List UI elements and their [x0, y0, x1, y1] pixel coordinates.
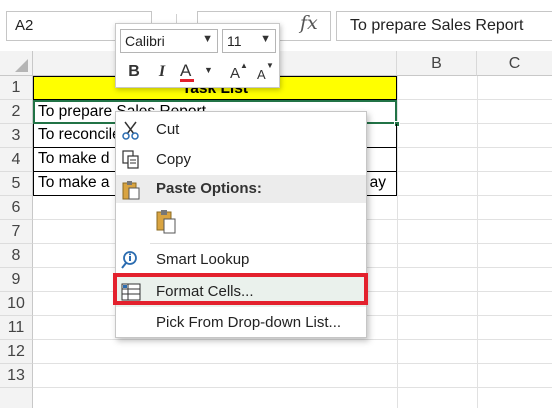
row-header[interactable]: 6	[0, 196, 33, 220]
menu-item-cut[interactable]: Cut	[116, 115, 366, 145]
cell-a5-text-end: ay	[369, 174, 386, 191]
font-size-value: 11	[227, 33, 242, 49]
format-cells-highlight	[113, 273, 368, 305]
row-header[interactable]: 2	[0, 100, 33, 124]
chevron-down-icon: ▼	[204, 65, 213, 75]
row-header[interactable]: 4	[0, 148, 33, 172]
font-color-button[interactable]: A ▼	[178, 61, 218, 83]
decrease-font-icon: A	[257, 67, 266, 82]
font-color-icon: A	[180, 61, 192, 80]
increase-font-icon: A	[230, 65, 241, 82]
chevron-down-icon: ▼	[202, 33, 213, 45]
gridline	[33, 339, 552, 340]
paste-button[interactable]	[150, 204, 184, 240]
column-header-b[interactable]: B	[397, 51, 477, 76]
caret-up-icon: ▲	[240, 61, 248, 70]
menu-item-smart-lookup[interactable]: Smart Lookup	[116, 245, 366, 275]
menu-label-smart-lookup: Smart Lookup	[156, 251, 250, 268]
row-header[interactable]: 1	[0, 76, 33, 100]
increase-font-size-button[interactable]: A ▲	[228, 61, 248, 83]
column-header-c[interactable]: C	[477, 51, 552, 76]
row-header[interactable]: 10	[0, 292, 33, 316]
cell-a3-text: To reconcile	[38, 126, 121, 143]
row-header[interactable]: 5	[0, 172, 33, 196]
formula-input[interactable]: To prepare Sales Report	[336, 11, 552, 41]
cell-a5-text: To make a	[38, 174, 110, 191]
paste-options-label: Paste Options:	[156, 180, 262, 197]
menu-item-pick-from-list[interactable]: Pick From Drop-down List...	[116, 308, 366, 338]
menu-label-copy: Copy	[156, 151, 192, 168]
chevron-down-icon: ▼	[260, 33, 271, 45]
decrease-font-size-button[interactable]: A ▼	[254, 61, 274, 83]
font-size-dropdown[interactable]: 11 ▼	[222, 29, 276, 53]
copy-icon	[122, 150, 139, 169]
insert-function-icon[interactable]: fx	[300, 12, 318, 34]
font-name-value: Calibri	[125, 33, 165, 49]
row-header[interactable]: 12	[0, 340, 33, 364]
smart-lookup-icon	[121, 251, 137, 269]
caret-down-icon: ▼	[266, 61, 274, 70]
gridline	[33, 387, 552, 388]
font-color-swatch	[180, 79, 194, 82]
italic-button[interactable]: I	[152, 61, 172, 83]
mini-toolbar: Calibri ▼ 11 ▼ B I A ▼ A ▲ A ▼	[115, 23, 280, 88]
scissors-icon	[122, 121, 139, 140]
row-header[interactable]: 9	[0, 268, 33, 292]
row-header[interactable]: 3	[0, 124, 33, 148]
font-name-dropdown[interactable]: Calibri ▼	[120, 29, 218, 53]
bold-button[interactable]: B	[124, 61, 144, 83]
formula-text: To prepare Sales Report	[350, 17, 524, 34]
paste-clipboard-icon	[156, 210, 176, 234]
row-header[interactable]: 8	[0, 244, 33, 268]
name-box-value: A2	[15, 17, 34, 34]
menu-item-copy[interactable]: Copy	[116, 145, 366, 175]
menu-separator	[150, 243, 366, 244]
select-all-corner[interactable]	[0, 51, 33, 76]
menu-label-cut: Cut	[156, 121, 180, 138]
row-header[interactable]: 7	[0, 220, 33, 244]
row-header[interactable]: 13	[0, 364, 33, 388]
paste-options-header: Paste Options:	[116, 175, 366, 203]
row-header-partial	[0, 388, 33, 408]
row-header[interactable]: 11	[0, 316, 33, 340]
clipboard-icon	[122, 181, 140, 200]
gridline	[477, 76, 478, 408]
gridline	[33, 363, 552, 364]
menu-label-pick-from-list: Pick From Drop-down List...	[156, 314, 342, 331]
cell-a4-text: To make d	[38, 150, 110, 167]
